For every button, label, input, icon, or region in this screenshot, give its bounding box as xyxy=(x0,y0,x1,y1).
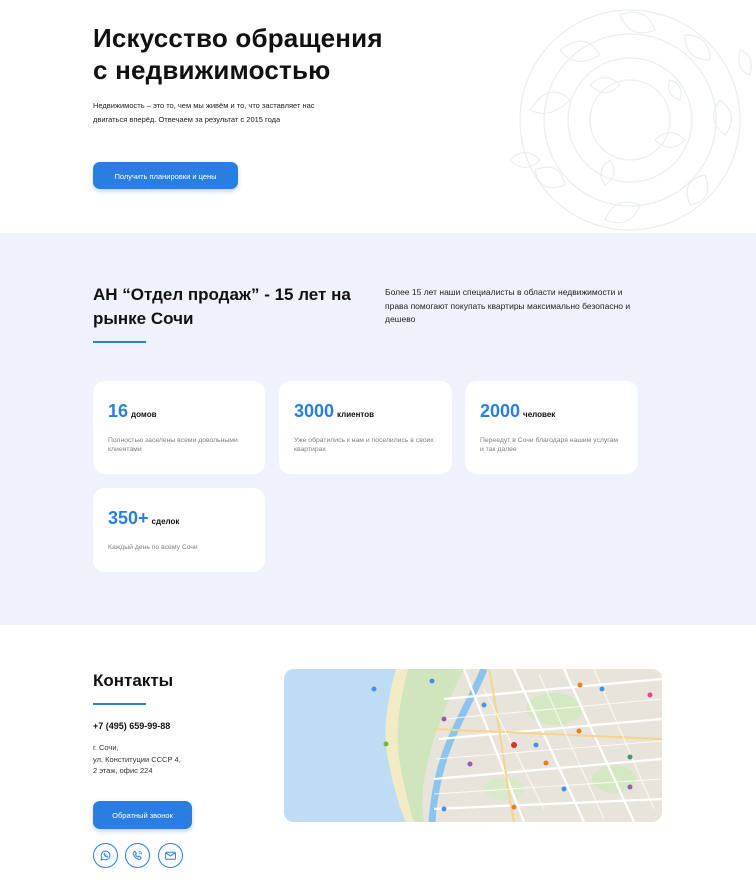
stat-description: Каждый день по всему Сочи xyxy=(108,544,198,551)
address-line: ул. Конституции СССР 4, xyxy=(93,754,181,764)
phone-link[interactable]: +7 (495) 659-99-88 xyxy=(93,721,170,731)
get-layouts-button[interactable]: Получить планировки и цены xyxy=(93,162,238,189)
stat-description: Переедут в Сочи благодаря нашим услугам … xyxy=(480,437,619,453)
email-button[interactable] xyxy=(158,843,183,868)
stat-unit: человек xyxy=(523,410,556,419)
map-image xyxy=(284,669,662,822)
decorative-leaf-pattern xyxy=(509,9,752,231)
about-description: Более 15 лет наши специалисты в области … xyxy=(385,287,631,324)
stat-heading: 3000 клиентов xyxy=(294,401,374,422)
hero-section: Искусство обращения с недвижимостью Недв… xyxy=(0,0,756,233)
stat-number: 3000 xyxy=(294,401,335,421)
viber-button[interactable] xyxy=(125,843,150,868)
stat-heading: 350+ сделок xyxy=(108,508,179,529)
address: г. Сочи, ул. Конституции СССР 4, 2 этаж,… xyxy=(93,742,181,777)
stat-unit: домов xyxy=(131,410,157,419)
about-title-line1: АН “Отдел продаж” - 15 лет на xyxy=(93,285,351,304)
location-map[interactable] xyxy=(284,669,662,822)
page-title-line1: Искусство обращения xyxy=(93,23,383,53)
contacts-title: Контакты xyxy=(93,671,174,690)
stat-heading: 16 домов xyxy=(108,401,157,422)
stat-heading: 2000 человек xyxy=(480,401,555,422)
address-line: г. Сочи, xyxy=(93,743,119,752)
stat-number: 2000 xyxy=(480,401,521,421)
email-icon xyxy=(165,851,176,860)
title-underline xyxy=(93,703,146,705)
stat-number: 16 xyxy=(108,401,129,421)
stat-card-deals: 350+ сделок Каждый день по всему Сочи xyxy=(93,488,265,572)
stat-card-clients: 3000 клиентов Уже обратились к нам и посе… xyxy=(279,381,452,474)
about-title-line2: рынке Сочи xyxy=(93,309,194,328)
stat-description: Полностью заселены всеми довольными клие… xyxy=(108,437,238,453)
whatsapp-button[interactable] xyxy=(93,843,118,868)
stat-card-houses: 16 домов Полностью заселены всеми довольн… xyxy=(93,381,265,474)
callback-button[interactable]: Обратный звонок xyxy=(93,801,192,829)
page-title: Искусство обращения с недвижимостью xyxy=(93,22,383,86)
whatsapp-icon xyxy=(100,850,111,861)
about-title: АН “Отдел продаж” - 15 лет на рынке Сочи xyxy=(93,283,383,331)
stat-number: 350+ xyxy=(108,508,149,528)
stat-unit: клиентов xyxy=(337,410,375,419)
stat-unit: сделок xyxy=(151,517,180,526)
title-underline xyxy=(93,341,146,343)
stat-card-people: 2000 человек Переедут в Сочи благодаря на… xyxy=(465,381,638,474)
page-title-line2: с недвижимостью xyxy=(93,55,331,85)
hero-description: Недвижимость – это то, чем мы живём и то… xyxy=(93,101,315,124)
contacts-section: Контакты +7 (495) 659-99-88 г. Сочи, ул.… xyxy=(0,625,756,882)
about-section: АН “Отдел продаж” - 15 лет на рынке Сочи… xyxy=(0,233,756,625)
address-line: 2 этаж, офис 224 xyxy=(93,766,153,775)
viber-icon xyxy=(132,850,143,860)
stat-description: Уже обратились к нам и поселились в свои… xyxy=(294,437,434,453)
